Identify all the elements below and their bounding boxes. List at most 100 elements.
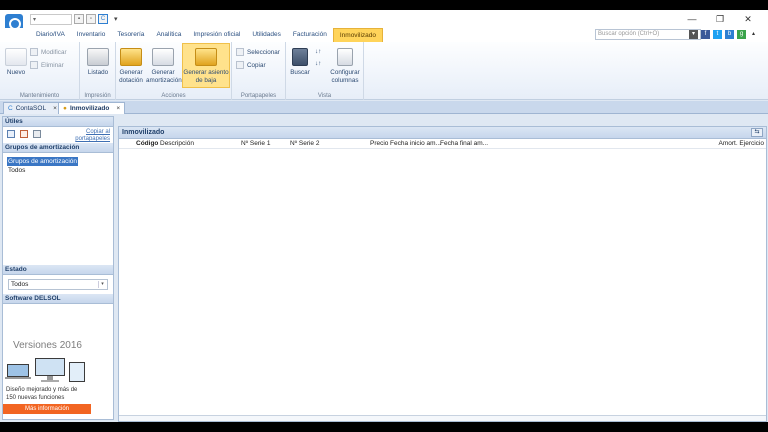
tab-utilidades[interactable]: Utilidades xyxy=(246,28,287,42)
customize-toolbar-icon[interactable]: ▾ xyxy=(114,15,118,23)
main-grid-panel: Inmovilizado ⇆ Código Descripción Nº Ser… xyxy=(118,126,767,422)
group-portapapeles: Seleccionar Copiar Portapapeles xyxy=(232,42,286,100)
minimize-button[interactable]: — xyxy=(678,12,706,26)
ribbon: Nuevo Modificar Eliminar Mantenimiento L… xyxy=(0,42,768,100)
help-icon[interactable]: ▴ xyxy=(749,30,758,39)
column-fecha-final[interactable]: Fecha final am... xyxy=(440,140,488,147)
group-label: Portapapeles xyxy=(240,93,277,99)
quick-access-toolbar: ▾ ▪ ▫ C ▾ xyxy=(30,13,118,25)
new-document-icon xyxy=(5,48,27,66)
google-plus-icon[interactable]: g xyxy=(737,30,746,39)
devices-illustration-icon xyxy=(5,358,85,382)
close-button[interactable]: ✕ xyxy=(734,12,762,26)
group-item-grupos[interactable]: Grupos de amortización xyxy=(7,157,79,166)
more-info-button[interactable]: Más información xyxy=(3,404,91,414)
binoculars-icon xyxy=(292,48,308,66)
group-impresion: Listado Impresión xyxy=(80,42,116,100)
tab-diario-iva[interactable]: Diario/IVA xyxy=(30,28,71,42)
configure-columns-button[interactable]: Configurar columnas xyxy=(328,48,362,85)
group-mantenimiento: Nuevo Modificar Eliminar Mantenimiento xyxy=(0,42,80,100)
delete-icon xyxy=(30,61,38,69)
calendar-icon[interactable] xyxy=(7,130,15,138)
column-codigo[interactable]: Código xyxy=(136,140,158,147)
doc-tab-inmovilizado[interactable]: ● Inmovilizado × xyxy=(58,102,126,114)
tab-inmovilizado[interactable]: Inmovilizado xyxy=(332,28,383,42)
left-panel: Útiles Copiar al portapapeles Grupos de … xyxy=(2,116,114,420)
tab-analitica[interactable]: Analítica xyxy=(150,28,187,42)
select-button[interactable]: Seleccionar xyxy=(236,48,280,56)
tab-tesoreria[interactable]: Tesorería xyxy=(111,28,150,42)
window-controls: — ❐ ✕ xyxy=(678,12,762,26)
grid-footer xyxy=(119,415,766,421)
utiles-header: Útiles xyxy=(3,117,113,127)
coins-delete-icon xyxy=(195,48,217,66)
promo-title: Versiones 2016 xyxy=(13,340,82,351)
group-item-todos[interactable]: Todos xyxy=(7,166,109,175)
edit-icon xyxy=(30,48,38,56)
close-tab-icon[interactable]: × xyxy=(53,103,57,114)
notes-icon[interactable] xyxy=(20,130,28,138)
column-serie2[interactable]: Nº Serie 2 xyxy=(290,140,319,147)
group-label: Mantenimiento xyxy=(19,93,60,99)
maximize-button[interactable]: ❐ xyxy=(706,12,734,26)
title-bar: ▾ ▪ ▫ C ▾ — ❐ ✕ xyxy=(0,10,768,32)
facebook-icon[interactable]: f xyxy=(701,30,710,39)
delete-button[interactable]: Eliminar xyxy=(30,61,64,69)
search-button[interactable]: Buscar xyxy=(288,48,312,77)
social-links: ▾ f t b g ▴ xyxy=(689,30,758,39)
copy-icon xyxy=(236,61,244,69)
list-button[interactable]: Listado xyxy=(85,48,111,77)
generate-baja-button[interactable]: Generar asiento de baja xyxy=(182,43,230,88)
column-precio[interactable]: Precio xyxy=(370,140,388,147)
promo-description: Diseño mejorado y más de 150 nuevas func… xyxy=(6,387,78,401)
coins-icon: ● xyxy=(63,105,67,112)
contasol-icon: C xyxy=(8,105,13,112)
close-tab-icon[interactable]: × xyxy=(116,103,120,114)
estado-header: Estado xyxy=(3,265,113,275)
column-serie1[interactable]: Nº Serie 1 xyxy=(241,140,270,147)
copy-button[interactable]: Copiar xyxy=(236,61,266,69)
group-acciones: Generar dotación Generar amortización Ge… xyxy=(116,42,232,100)
select-icon xyxy=(236,48,244,56)
blog-icon[interactable]: b xyxy=(725,30,734,39)
search-input[interactable]: Buscar opción (Ctrl+O) xyxy=(595,29,701,40)
twitter-icon[interactable]: t xyxy=(713,30,722,39)
tab-inventario[interactable]: Inventario xyxy=(71,28,112,42)
column-amort-ejercicio[interactable]: Amort. Ejercicio xyxy=(718,140,764,147)
calculator-icon[interactable] xyxy=(33,130,41,138)
generate-dotacion-button[interactable]: Generar dotación xyxy=(117,48,145,85)
column-fecha-inicio[interactable]: Fecha inicio am... xyxy=(390,140,441,147)
estado-select[interactable]: Todos ▾ xyxy=(8,279,108,290)
new-button[interactable]: Nuevo xyxy=(4,48,28,77)
dropdown-arrow-icon[interactable]: ▾ xyxy=(689,30,698,39)
document-tab-bar: C ContaSOL × ● Inmovilizado × xyxy=(0,101,768,114)
quick-access-dropdown[interactable]: ▾ xyxy=(30,13,72,25)
printer-icon xyxy=(87,48,109,66)
group-label: Acciones xyxy=(161,93,186,99)
modify-button[interactable]: Modificar xyxy=(30,48,67,56)
document-edit-icon xyxy=(152,48,174,66)
sort-descending-icon[interactable]: ↓↑ xyxy=(315,60,321,67)
groups-header: Grupos de amortización xyxy=(3,143,113,153)
columns-icon xyxy=(337,48,353,66)
column-headers: Código Descripción Nº Serie 1 Nº Serie 2… xyxy=(119,139,766,149)
doc-tab-contasol[interactable]: C ContaSOL × xyxy=(3,102,62,114)
save-icon[interactable]: ▪ xyxy=(74,14,84,24)
group-label: Vista xyxy=(317,93,332,99)
tab-impresion-oficial[interactable]: Impresión oficial xyxy=(187,28,246,42)
tab-facturacion[interactable]: Facturación xyxy=(287,28,333,42)
promo-banner[interactable]: Versiones 2016 Diseño mejorado y más de … xyxy=(3,304,113,414)
sort-ascending-icon[interactable]: ↓↑ xyxy=(315,48,321,55)
generate-amortization-button[interactable]: Generar amortización xyxy=(146,48,182,85)
c-icon[interactable]: C xyxy=(98,14,108,24)
panel-toggle-icon[interactable]: ⇆ xyxy=(751,128,763,137)
copy-to-clipboard-link[interactable]: Copiar al portapapeles xyxy=(75,129,110,143)
lock-icon[interactable]: ▫ xyxy=(86,14,96,24)
chevron-down-icon[interactable]: ▾ xyxy=(98,281,106,288)
column-descripcion[interactable]: Descripción xyxy=(160,140,194,147)
group-label: Impresión xyxy=(84,93,111,99)
software-header: Software DELSOL xyxy=(3,294,113,304)
grid-header: Inmovilizado ⇆ xyxy=(119,127,766,139)
coins-icon xyxy=(120,48,142,66)
application-window: ▾ ▪ ▫ C ▾ — ❐ ✕ Diario/IVA Inventario Te… xyxy=(0,10,768,422)
